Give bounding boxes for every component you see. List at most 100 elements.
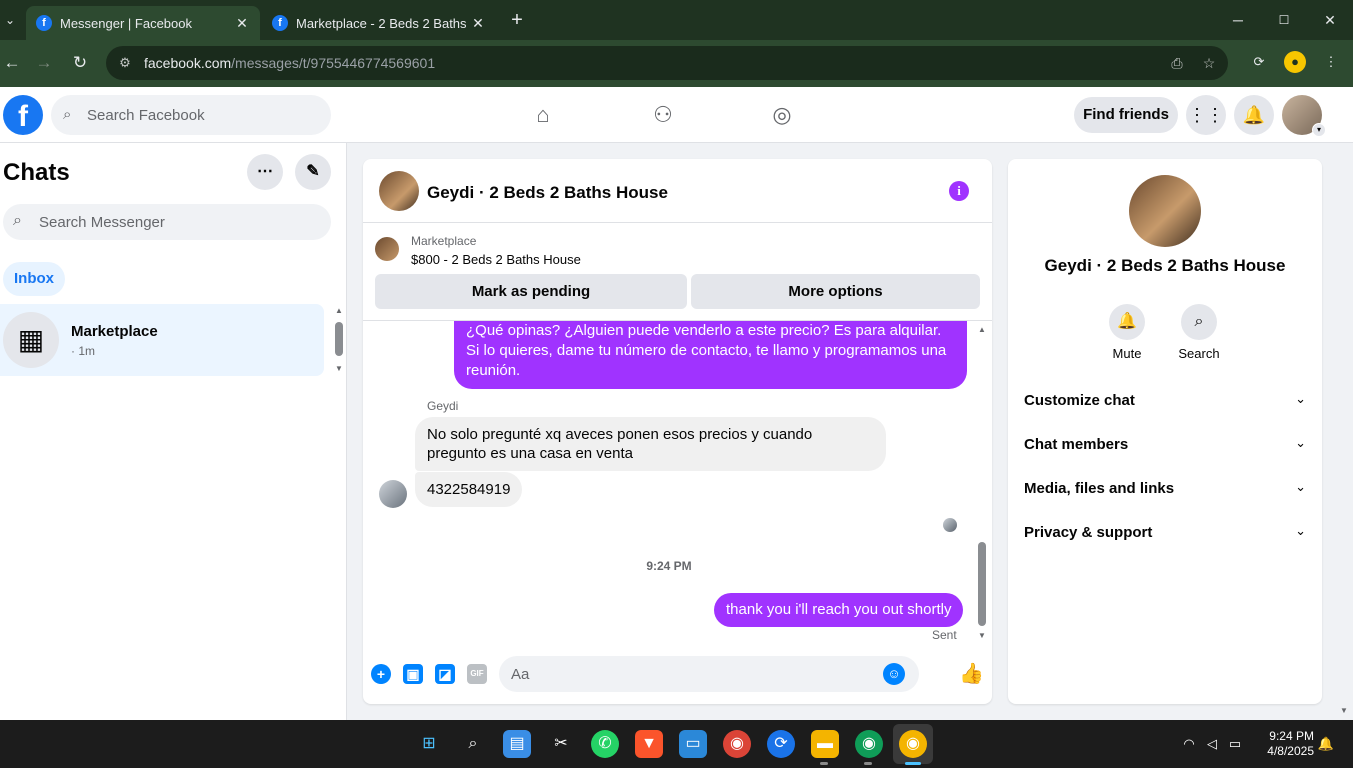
search-action[interactable]: ⌕ Search: [1169, 304, 1229, 361]
photo-icon[interactable]: ▣: [403, 664, 423, 684]
running-indicator: [864, 762, 872, 765]
new-message-icon[interactable]: ✎: [295, 154, 331, 190]
chats-sidebar: Chats ⋯ ✎ ⌕ Inbox ▦ Marketplace · 1m ▲ ▼: [0, 143, 347, 720]
reload-icon[interactable]: ↻: [68, 51, 92, 75]
sender-avatar[interactable]: [379, 480, 407, 508]
section-label: Privacy & support: [1024, 524, 1153, 541]
home-icon[interactable]: ⌂: [528, 101, 558, 129]
search-icon[interactable]: ⌕: [1181, 304, 1217, 340]
incoming-message[interactable]: No solo pregunté xq aveces ponen esos pr…: [415, 417, 886, 471]
facebook-logo[interactable]: f: [3, 95, 43, 135]
sidebar-scrollbar[interactable]: ▲ ▼: [333, 306, 345, 376]
taskbar-search-icon[interactable]: ⌕: [459, 730, 487, 758]
listing-title[interactable]: $800 - 2 Beds 2 Baths House: [411, 252, 581, 267]
find-friends-button[interactable]: Find friends: [1074, 97, 1178, 133]
tab-marketplace[interactable]: f Marketplace - 2 Beds 2 Baths House ✕: [262, 6, 496, 40]
minimize-button[interactable]: ─: [1223, 8, 1253, 32]
plus-icon[interactable]: +: [371, 664, 391, 684]
notepad-icon[interactable]: ▤: [503, 730, 531, 758]
scroll-thumb[interactable]: [335, 322, 343, 356]
wifi-icon[interactable]: ◠: [1180, 735, 1198, 753]
section-label: Chat members: [1024, 436, 1129, 453]
whatsapp-icon[interactable]: ✆: [591, 730, 619, 758]
url-text[interactable]: facebook.com/messages/t/9755446774569601: [144, 55, 435, 71]
file-explorer-icon[interactable]: ▬: [811, 730, 839, 758]
message-thread: ¿Qué opinas? ¿Alguien puede venderlo a e…: [363, 321, 992, 643]
page-scroll-down-icon[interactable]: ▼: [1340, 706, 1348, 715]
close-tab-icon[interactable]: ✕: [470, 15, 486, 32]
chrome-active-icon[interactable]: ◉: [899, 730, 927, 758]
site-settings-icon[interactable]: ⚙: [116, 54, 134, 72]
remote-desktop-icon[interactable]: ▭: [679, 730, 707, 758]
thumbs-up-icon[interactable]: 👍: [959, 662, 984, 686]
close-tab-icon[interactable]: ✕: [234, 15, 250, 32]
profile-lock-icon[interactable]: ●: [1284, 51, 1306, 73]
chat-members-section[interactable]: Chat members ⌄: [1016, 423, 1314, 467]
close-window-button[interactable]: ✕: [1315, 8, 1345, 32]
tab-search-icon[interactable]: ⌄: [0, 8, 20, 32]
outgoing-message[interactable]: ¿Qué opinas? ¿Alguien puede venderlo a e…: [454, 321, 967, 389]
chat-list-item[interactable]: ▦ Marketplace · 1m: [0, 304, 324, 376]
scroll-down-icon[interactable]: ▼: [978, 631, 986, 640]
message-input-box: ☺: [499, 656, 919, 692]
facebook-search-input[interactable]: [87, 95, 317, 135]
gif-icon[interactable]: GIF: [467, 664, 487, 684]
bell-icon[interactable]: 🔔: [1109, 304, 1145, 340]
more-options-button[interactable]: More options: [691, 274, 980, 309]
sticker-icon[interactable]: ◪: [435, 664, 455, 684]
url-path: /messages/t/9755446774569601: [231, 55, 436, 71]
inbox-filter-tab[interactable]: Inbox: [3, 262, 65, 296]
groups-icon[interactable]: ◎: [767, 101, 797, 129]
system-clock[interactable]: 9:24 PM 4/8/2025: [1250, 729, 1314, 759]
more-options-icon[interactable]: ⋯: [247, 154, 283, 190]
conversation-avatar[interactable]: [379, 171, 419, 211]
messenger-search-input[interactable]: [39, 204, 319, 240]
info-icon[interactable]: i: [949, 181, 969, 201]
friends-icon[interactable]: ⚇: [648, 101, 678, 129]
mark-as-pending-button[interactable]: Mark as pending: [375, 274, 687, 309]
snipping-tool-icon[interactable]: ✂: [547, 730, 575, 758]
mute-action[interactable]: 🔔 Mute: [1097, 304, 1157, 361]
account-avatar[interactable]: ▾: [1282, 95, 1326, 137]
bookmark-star-icon[interactable]: ☆: [1200, 54, 1218, 72]
extension-icon[interactable]: ⟳: [1248, 51, 1270, 73]
privacy-support-section[interactable]: Privacy & support ⌄: [1016, 511, 1314, 555]
menu-grid-icon[interactable]: ⋮⋮: [1186, 95, 1226, 135]
customize-chat-section[interactable]: Customize chat ⌄: [1016, 379, 1314, 423]
scroll-thumb[interactable]: [978, 542, 986, 626]
install-app-icon[interactable]: ⎙: [1168, 54, 1186, 72]
read-receipt-avatar: [943, 518, 957, 532]
chevron-down-icon[interactable]: ▾: [1312, 123, 1326, 137]
back-arrow-icon[interactable]: ←: [0, 51, 24, 75]
notification-bell-icon[interactable]: 🔔: [1317, 735, 1335, 753]
scroll-up-icon[interactable]: ▲: [978, 325, 986, 334]
notifications-icon[interactable]: 🔔: [1234, 95, 1274, 135]
tab-messenger[interactable]: f Messenger | Facebook ✕: [26, 6, 260, 40]
windows-start-icon[interactable]: ⊞: [415, 730, 443, 758]
media-files-links-section[interactable]: Media, files and links ⌄: [1016, 467, 1314, 511]
scroll-up-icon[interactable]: ▲: [335, 306, 343, 315]
url-bar[interactable]: ⚙ facebook.com/messages/t/97554467745696…: [106, 46, 1228, 80]
chevron-down-icon: ⌄: [1295, 523, 1306, 538]
incoming-message[interactable]: 4322584919: [415, 472, 523, 507]
chevron-down-icon: ⌄: [1295, 479, 1306, 494]
forward-arrow-icon[interactable]: →: [32, 51, 56, 75]
scroll-down-icon[interactable]: ▼: [335, 364, 343, 373]
maximize-button[interactable]: ☐: [1269, 8, 1299, 32]
chrome-icon[interactable]: ◉: [723, 730, 751, 758]
tab-title: Marketplace - 2 Beds 2 Baths House: [296, 15, 470, 31]
listing-thumbnail[interactable]: [375, 237, 399, 261]
conversation-avatar-large[interactable]: [1129, 175, 1201, 247]
brave-browser-icon[interactable]: ▼: [635, 730, 663, 758]
sync-app-icon[interactable]: ⟳: [767, 730, 795, 758]
new-tab-button[interactable]: +: [506, 8, 528, 32]
message-input[interactable]: [511, 656, 891, 692]
emoji-icon[interactable]: ☺: [883, 663, 905, 685]
battery-icon[interactable]: ▭: [1226, 735, 1244, 753]
running-indicator: [820, 762, 828, 765]
browser-menu-icon[interactable]: ⋮: [1320, 51, 1342, 73]
volume-icon[interactable]: ◁: [1203, 735, 1221, 753]
conversation-title[interactable]: Geydi · 2 Beds 2 Baths House: [427, 183, 668, 203]
chrome-profile-icon[interactable]: ◉: [855, 730, 883, 758]
outgoing-message[interactable]: thank you i'll reach you out shortly: [714, 593, 964, 627]
